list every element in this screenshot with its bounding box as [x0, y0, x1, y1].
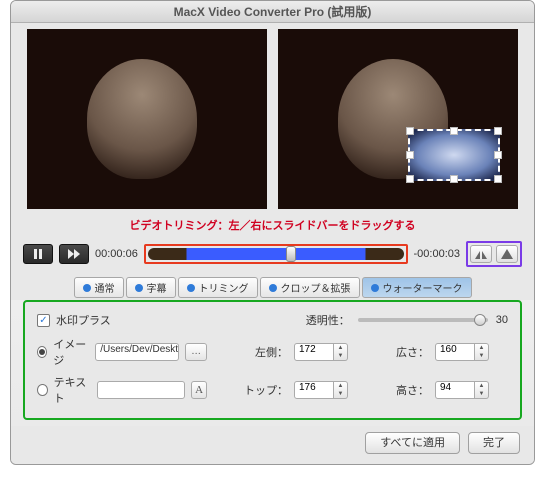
- spin-buttons[interactable]: ▲▼: [475, 343, 489, 361]
- height-spinner[interactable]: 94 ▲▼: [435, 381, 489, 399]
- opacity-label: 透明性：: [306, 312, 350, 328]
- chevron-down-icon[interactable]: ▼: [475, 352, 488, 360]
- width-spinner[interactable]: 160 ▲▼: [435, 343, 489, 361]
- spin-buttons[interactable]: ▲▼: [334, 343, 348, 361]
- resize-handle[interactable]: [406, 151, 414, 159]
- dot-icon: [371, 284, 379, 292]
- fast-forward-icon: [68, 248, 80, 260]
- flip-button-group-highlight: [466, 241, 522, 267]
- time-remaining: -00:00:03: [414, 248, 460, 260]
- top-input[interactable]: 176: [294, 381, 334, 399]
- trim-timeline[interactable]: [148, 248, 404, 260]
- playhead[interactable]: [286, 246, 296, 262]
- flip-vertical-button[interactable]: [496, 245, 518, 263]
- tab-crop[interactable]: クロップ＆拡張: [260, 277, 360, 298]
- dot-icon: [187, 284, 195, 292]
- tab-watermark[interactable]: ウォーターマーク: [362, 277, 472, 298]
- pause-button[interactable]: [23, 244, 53, 264]
- chevron-down-icon[interactable]: ▼: [475, 390, 488, 398]
- opacity-value: 30: [496, 314, 508, 326]
- watermark-overlay[interactable]: [408, 129, 500, 181]
- watermark-plus-label: 水印プラス: [56, 312, 111, 328]
- tab-trimming[interactable]: トリミング: [178, 277, 258, 298]
- watermark-checkbox[interactable]: ✓: [37, 314, 50, 327]
- resize-handle[interactable]: [494, 127, 502, 135]
- dot-icon: [83, 284, 91, 292]
- resize-handle[interactable]: [450, 127, 458, 135]
- done-button[interactable]: 完了: [468, 432, 520, 454]
- app-window: MacX Video Converter Pro (試用版) ビデオトリミング：…: [10, 0, 535, 465]
- preview-original: [27, 29, 267, 209]
- left-input[interactable]: 172: [294, 343, 334, 361]
- resize-handle[interactable]: [406, 127, 414, 135]
- resize-handle[interactable]: [406, 175, 414, 183]
- width-input[interactable]: 160: [435, 343, 475, 361]
- image-label: イメージ: [53, 336, 89, 368]
- chevron-down-icon[interactable]: ▼: [334, 352, 347, 360]
- transport-row: 00:00:06 -00:00:03: [11, 237, 534, 275]
- tab-label: ウォーターマーク: [383, 280, 463, 295]
- left-spinner[interactable]: 172 ▲▼: [294, 343, 348, 361]
- tabs-row: 通常 字幕 トリミング クロップ＆拡張 ウォーターマーク: [11, 275, 534, 300]
- resize-handle[interactable]: [494, 175, 502, 183]
- tab-label: トリミング: [199, 280, 249, 295]
- tab-normal[interactable]: 通常: [74, 277, 124, 298]
- caption-row: ビデオトリミング：左／右にスライドバーをドラッグする: [11, 213, 534, 237]
- caption-text: ビデオトリミング：左／右にスライドバーをドラッグする: [130, 220, 416, 232]
- text-label: テキスト: [54, 374, 92, 406]
- chevron-down-icon[interactable]: ▼: [334, 390, 347, 398]
- radio-text[interactable]: [37, 384, 48, 396]
- top-label: トップ：: [244, 382, 288, 398]
- flip-vertical-icon: [501, 249, 513, 259]
- spin-buttons[interactable]: ▲▼: [475, 381, 489, 399]
- opacity-slider[interactable]: [358, 318, 488, 322]
- text-input[interactable]: [97, 381, 185, 399]
- trim-timeline-highlight: [144, 244, 408, 264]
- tab-subtitle[interactable]: 字幕: [126, 277, 176, 298]
- browse-button[interactable]: …: [185, 343, 207, 361]
- dot-icon: [269, 284, 277, 292]
- tab-label: 通常: [95, 280, 115, 295]
- tab-label: 字幕: [147, 280, 167, 295]
- apply-all-button[interactable]: すべてに適用: [365, 432, 460, 454]
- chevron-up-icon[interactable]: ▲: [475, 382, 488, 390]
- font-button[interactable]: A: [191, 381, 207, 399]
- resize-handle[interactable]: [450, 175, 458, 183]
- chevron-up-icon[interactable]: ▲: [334, 382, 347, 390]
- slider-thumb[interactable]: [474, 314, 486, 326]
- radio-image[interactable]: [37, 346, 47, 358]
- left-label: 左側：: [255, 344, 288, 360]
- preview-row: [11, 23, 534, 213]
- top-spinner[interactable]: 176 ▲▼: [294, 381, 348, 399]
- footer-row: すべてに適用 完了: [11, 426, 534, 464]
- preview-result[interactable]: [278, 29, 518, 209]
- fast-forward-button[interactable]: [59, 244, 89, 264]
- height-input[interactable]: 94: [435, 381, 475, 399]
- pause-icon: [32, 248, 44, 260]
- chevron-up-icon[interactable]: ▲: [475, 344, 488, 352]
- tab-label: クロップ＆拡張: [281, 280, 351, 295]
- resize-handle[interactable]: [494, 151, 502, 159]
- spin-buttons[interactable]: ▲▼: [334, 381, 348, 399]
- chevron-up-icon[interactable]: ▲: [334, 344, 347, 352]
- watermark-panel: ✓ 水印プラス 透明性： 30 イメージ /Users/Dev/Desktop/…: [23, 300, 522, 420]
- width-label: 広さ：: [396, 344, 429, 360]
- flip-horizontal-button[interactable]: [470, 245, 492, 263]
- window-title: MacX Video Converter Pro (試用版): [11, 1, 534, 23]
- height-label: 高さ：: [396, 382, 429, 398]
- flip-horizontal-icon: [475, 249, 487, 259]
- image-path-input[interactable]: /Users/Dev/Desktop/TES: [95, 343, 179, 361]
- time-elapsed: 00:00:06: [95, 248, 138, 260]
- dot-icon: [135, 284, 143, 292]
